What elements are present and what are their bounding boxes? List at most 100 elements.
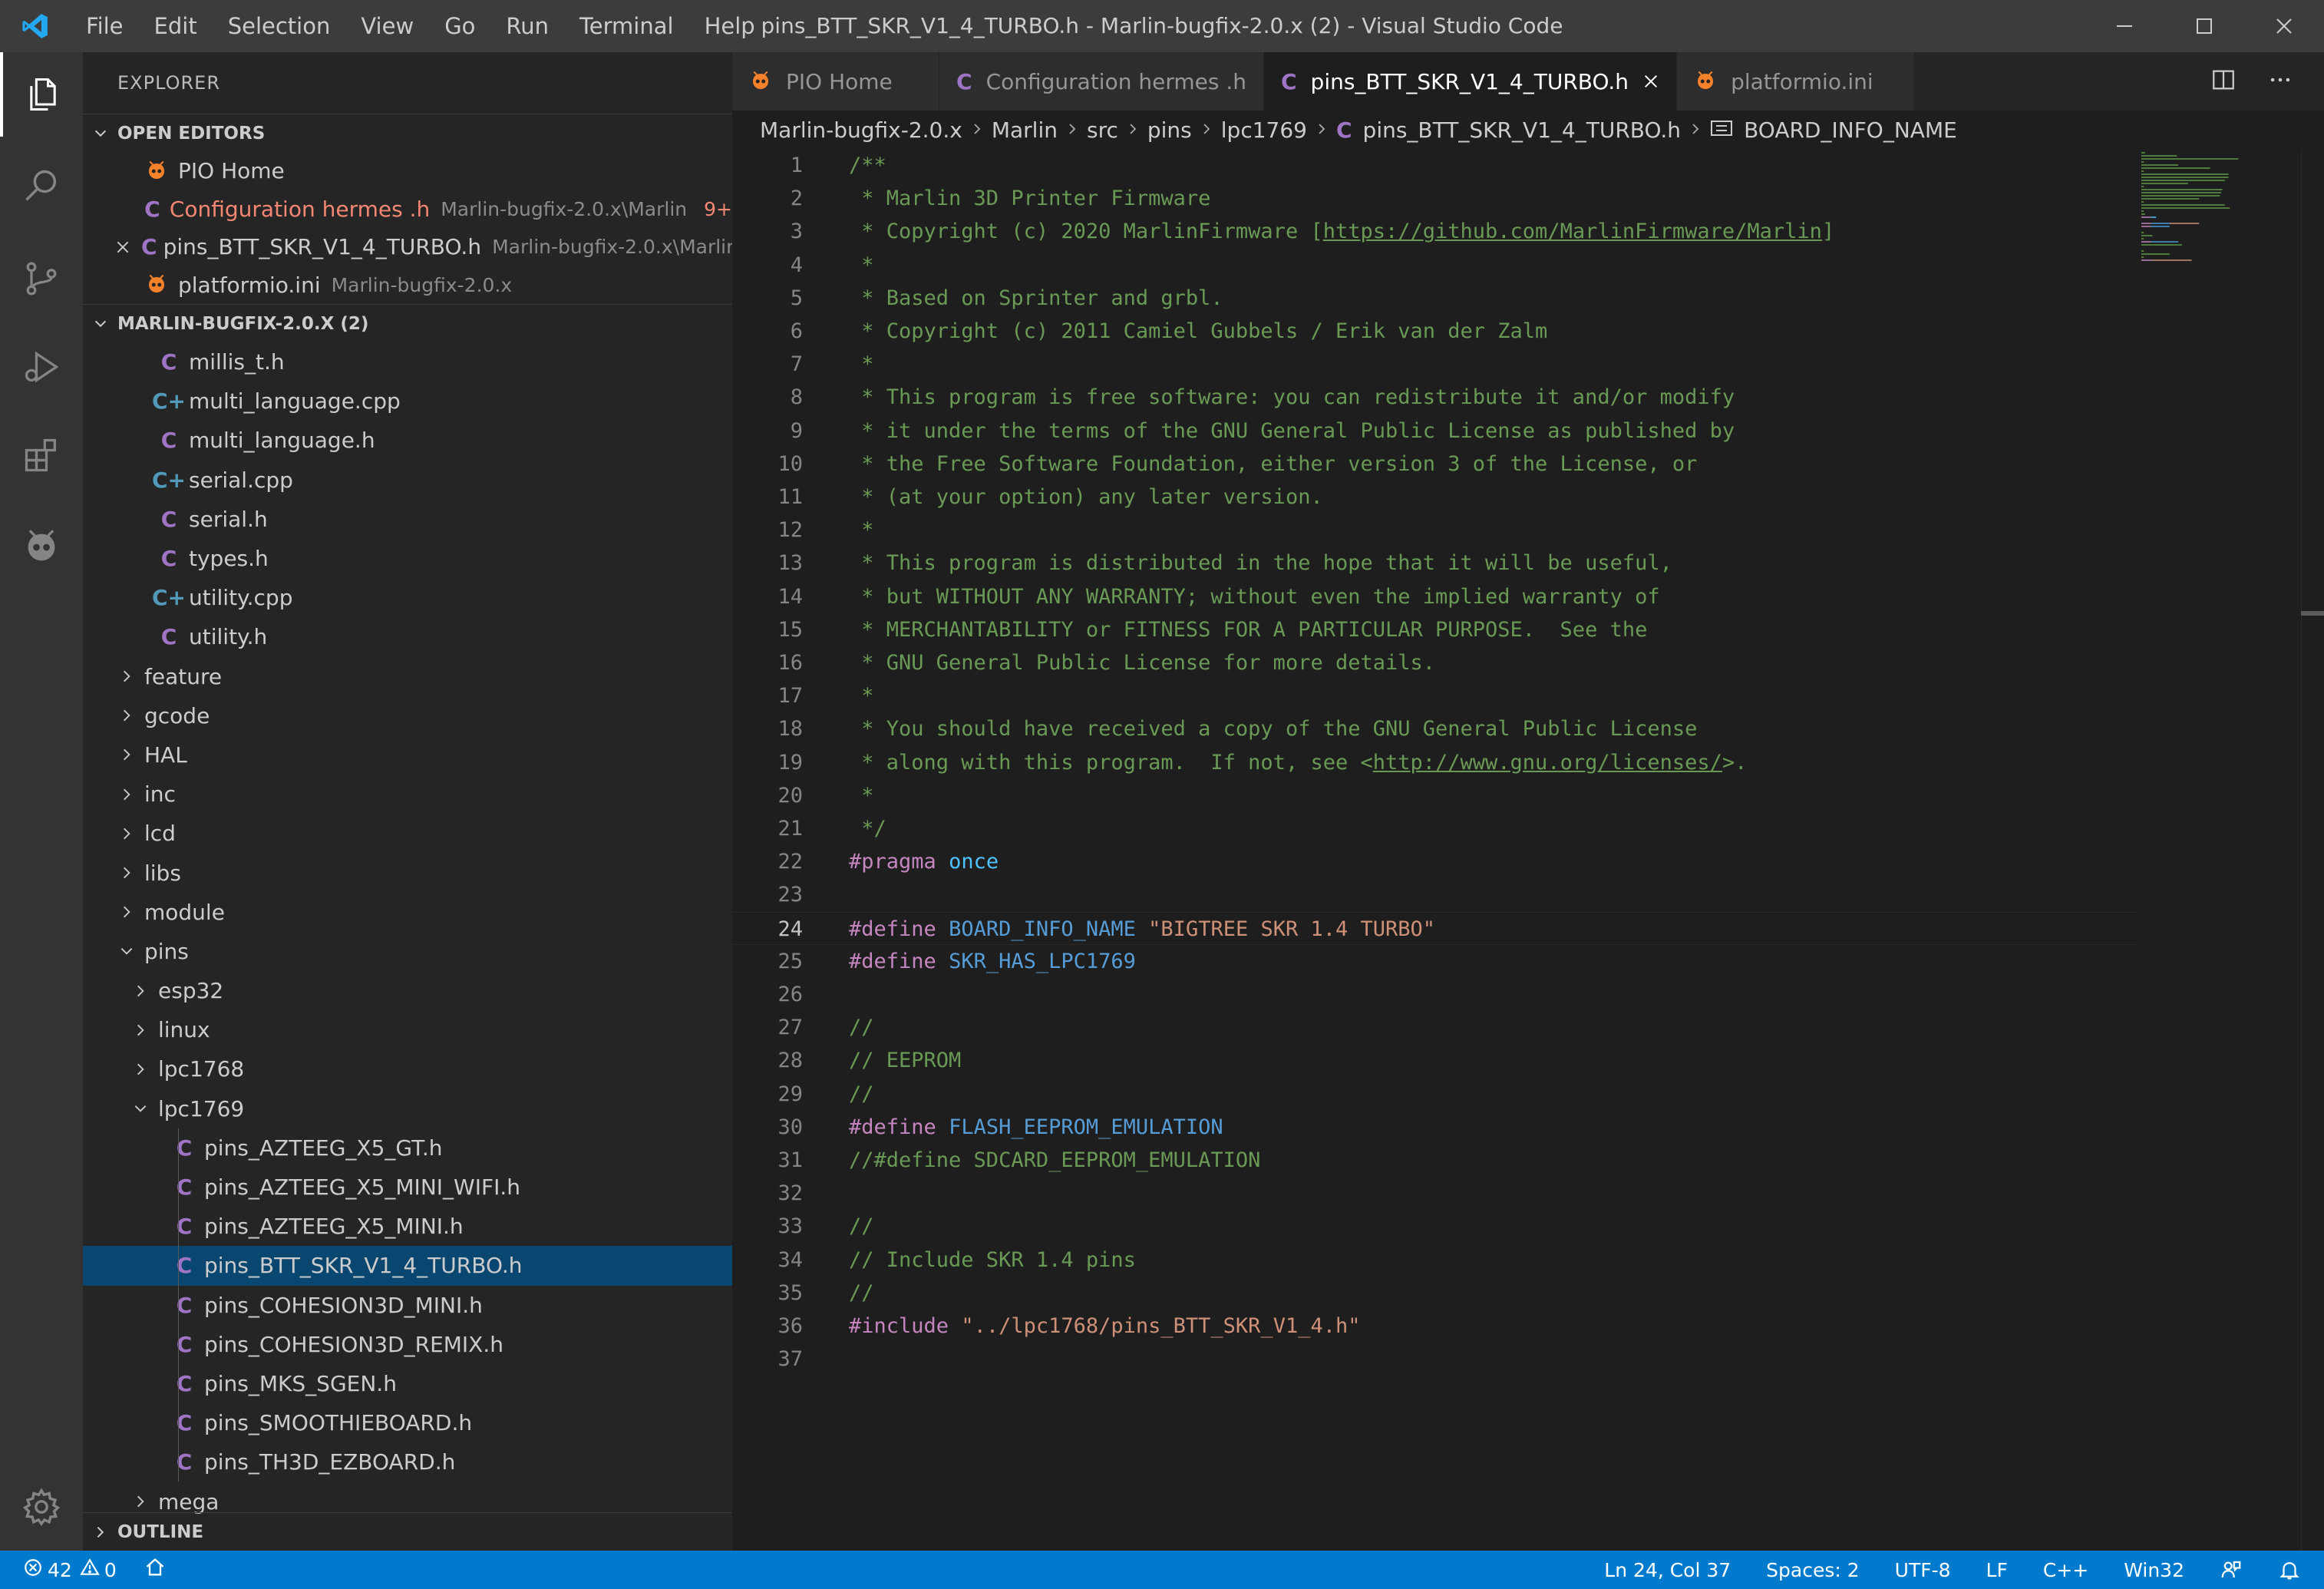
menu-view[interactable]: View [345, 0, 429, 52]
code-token: #pragma [849, 850, 936, 874]
breadcrumb-item[interactable]: BOARD_INFO_NAME [1710, 117, 1957, 143]
file-item[interactable]: Cpins_AZTEEG_X5_GT.h [83, 1128, 732, 1168]
code-editor[interactable]: 1/** 2 * Marlin 3D Printer Firmware 3 * Co… [732, 149, 2324, 1551]
breadcrumb-item[interactable]: pins [1147, 117, 1192, 143]
menu-edit[interactable]: Edit [139, 0, 213, 52]
line-text: * [849, 779, 873, 812]
menu-go[interactable]: Go [429, 0, 490, 52]
breadcrumb-item[interactable]: src [1087, 117, 1118, 143]
extensions-icon[interactable] [0, 413, 83, 497]
symbol-constant-icon [1710, 117, 1733, 143]
minimap[interactable] [2138, 149, 2292, 302]
platformio-home-button[interactable] [129, 1551, 178, 1589]
platformio-icon[interactable] [0, 505, 83, 590]
folder-item-lcd[interactable]: lcd [83, 814, 732, 853]
vertical-scrollbar[interactable] [2301, 149, 2324, 1551]
folder-item-linux[interactable]: linux [83, 1010, 732, 1049]
explorer-icon[interactable] [0, 52, 83, 137]
file-item[interactable]: C+ utility.cpp [83, 578, 732, 617]
file-item[interactable]: Cmillis_t.h [83, 342, 732, 382]
menu-help[interactable]: Help [689, 0, 771, 52]
workspace-header[interactable]: MARLIN-BUGFIX-2.0.X (2) [83, 304, 732, 342]
search-icon[interactable] [0, 144, 83, 229]
code-line: 25 #define SKR_HAS_LPC1769 [732, 945, 2138, 978]
tab-platformio-ini[interactable]: platformio.ini [1677, 52, 1916, 111]
split-editor-icon[interactable] [2210, 67, 2237, 96]
folder-item-esp32[interactable]: esp32 [83, 971, 732, 1010]
problems-indicator[interactable]: 42 0 [0, 1551, 129, 1589]
end-of-line[interactable]: LF [1963, 1551, 2020, 1589]
notifications-icon[interactable] [2255, 1551, 2324, 1589]
outline-header[interactable]: OUTLINE [83, 1512, 732, 1551]
breadcrumb-item[interactable]: Marlin [992, 117, 1058, 143]
tab-pins-btt-skr-v1-4-turbo-h[interactable]: Cpins_BTT_SKR_V1_4_TURBO.h [1263, 52, 1678, 111]
platformio-icon [141, 160, 172, 183]
tab-configuration-hermes-h[interactable]: C Configuration hermes .h [939, 52, 1264, 111]
file-item[interactable]: Cpins_MKS_SGEN.h [83, 1363, 732, 1404]
open-editor-item[interactable]: platformio.ini Marlin-bugfix-2.0.x [83, 266, 732, 305]
cursor-position[interactable]: Ln 24, Col 37 [1592, 1551, 1743, 1589]
file-item[interactable]: Cpins_COHESION3D_MINI.h [83, 1285, 732, 1325]
open-editor-item[interactable]: PIO Home [83, 152, 732, 190]
file-item[interactable]: Cpins_TH3D_EZBOARD.h [83, 1442, 732, 1482]
menu-file[interactable]: File [71, 0, 139, 52]
breadcrumb-item[interactable]: lpc1769 [1221, 117, 1307, 143]
platformio-icon [1694, 70, 1717, 93]
close-icon[interactable] [115, 228, 130, 266]
folder-item-gcode[interactable]: gcode [83, 696, 732, 735]
folder-label: esp32 [158, 978, 224, 1004]
file-item[interactable]: C+ serial.cpp [83, 461, 732, 500]
open-editor-label: PIO Home [178, 158, 285, 184]
minimap-line [2141, 213, 2145, 215]
file-item[interactable]: C+ multi_language.cpp [83, 382, 732, 421]
indentation[interactable]: Spaces: 2 [1743, 1551, 1871, 1589]
indent-guide [178, 1246, 179, 1286]
encoding[interactable]: UTF-8 [1872, 1551, 1963, 1589]
minimap-line [2169, 223, 2171, 224]
menu-terminal[interactable]: Terminal [564, 0, 689, 52]
minimap-line [2141, 216, 2151, 218]
indent-guide [178, 1442, 179, 1482]
chevron-right-icon [127, 1022, 154, 1038]
run-debug-icon[interactable] [0, 325, 83, 409]
close-icon[interactable] [1642, 73, 1659, 90]
menu-selection[interactable]: Selection [213, 0, 346, 52]
folder-item-hal[interactable]: HAL [83, 735, 732, 775]
file-item[interactable]: Cpins_BTT_SKR_V1_4_TURBO.h [83, 1246, 732, 1286]
breadcrumb-item[interactable]: Cpins_BTT_SKR_V1_4_TURBO.h [1336, 117, 1681, 143]
title-bar: File Edit Selection View Go Run Terminal Help p… [0, 0, 2324, 52]
open-editor-item[interactable]: Cpins_BTT_SKR_V1_4_TURBO.h Marlin-bugfix-… [83, 228, 732, 266]
minimap-line [2141, 180, 2225, 181]
menu-run[interactable]: Run [490, 0, 564, 52]
folder-item-module[interactable]: module [83, 893, 732, 932]
language-mode[interactable]: C++ [2020, 1551, 2101, 1589]
close-window-button[interactable] [2244, 0, 2324, 52]
file-item[interactable]: Cpins_AZTEEG_X5_MINI.h [83, 1207, 732, 1247]
file-item[interactable]: Cpins_AZTEEG_X5_MINI_WIFI.h [83, 1167, 732, 1207]
folder-item-inc[interactable]: inc [83, 775, 732, 814]
open-editor-item[interactable]: C Configuration hermes .h Marlin-bugfix-2.… [83, 190, 732, 229]
folder-item-lpc1768[interactable]: lpc1768 [83, 1049, 732, 1089]
feedback-icon[interactable] [2197, 1551, 2255, 1589]
folder-item-pins[interactable]: pins [83, 932, 732, 971]
indent-guide [178, 1167, 179, 1207]
maximize-button[interactable] [2164, 0, 2244, 52]
file-item[interactable]: Cutility.h [83, 617, 732, 656]
file-item[interactable]: Cserial.h [83, 500, 732, 539]
folder-item-feature[interactable]: feature [83, 657, 732, 696]
platform[interactable]: Win32 [2101, 1551, 2197, 1589]
file-item[interactable]: Ctypes.h [83, 539, 732, 578]
file-item[interactable]: Cpins_SMOOTHIEBOARD.h [83, 1403, 732, 1443]
open-editors-header[interactable]: OPEN EDITORS [83, 114, 732, 152]
tab-pio-home[interactable]: PIO Home [732, 52, 939, 111]
folder-item-lpc1769[interactable]: lpc1769 [83, 1089, 732, 1128]
folder-label: lpc1768 [158, 1056, 245, 1082]
breadcrumb-item[interactable]: Marlin-bugfix-2.0.x [760, 117, 962, 143]
file-item[interactable]: Cpins_COHESION3D_REMIX.h [83, 1324, 732, 1364]
folder-item-libs[interactable]: libs [83, 853, 732, 892]
more-actions-icon[interactable] [2267, 67, 2293, 96]
minimize-button[interactable] [2085, 0, 2164, 52]
gear-icon[interactable] [0, 1465, 83, 1549]
file-item[interactable]: Cmulti_language.h [83, 421, 732, 460]
source-control-icon[interactable] [0, 236, 83, 321]
